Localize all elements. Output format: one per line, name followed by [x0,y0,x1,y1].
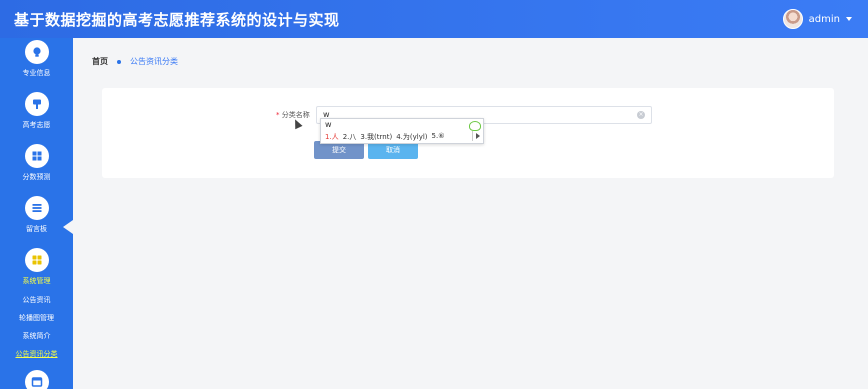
sidebar-item-volunteer[interactable]: 高考志愿 [0,92,73,130]
category-name-label: * 分类名称 [276,110,310,120]
ime-candidate[interactable]: 5.⑥ [432,132,445,142]
top-header: 基于数据挖掘的高考志愿推荐系统的设计与实现 admin [0,0,868,38]
sidebar-item-major-info[interactable]: 专业信息 [0,40,73,78]
breadcrumb-current: 公告资讯分类 [130,57,178,66]
bulb-icon [24,40,49,64]
ime-candidate-popup[interactable]: w 1.人 2.八 3.我(trnt) 4.为(ylyl) 5.⑥ [320,118,484,144]
sidebar-item-score-prediction[interactable]: 分数预测 [0,144,73,182]
ime-divider [472,131,473,141]
grid-icon [24,144,49,168]
sidebar: 专业信息 高考志愿 分数预测 留言板 系统管理 公告资讯 轮播图管理 系统简介 … [0,38,73,389]
ime-candidate[interactable]: 2.八 [343,132,357,142]
sidebar-sub-announcement-category[interactable]: 公告资讯分类 [0,349,73,359]
app-title: 基于数据挖掘的高考志愿推荐系统的设计与实现 [14,11,340,29]
sidebar-item-label: 高考志愿 [22,121,51,129]
sidebar-sub-announcements[interactable]: 公告资讯 [0,295,73,305]
brush-icon [24,92,49,116]
avatar[interactable] [782,9,803,29]
chevron-down-icon[interactable] [846,17,852,21]
sidebar-item-label: 系统管理 [22,277,51,285]
ime-candidate[interactable]: 1.人 [325,132,339,142]
user-menu[interactable]: admin [782,8,852,30]
clear-icon[interactable]: × [637,111,645,119]
sidebar-item-label: 专业信息 [22,69,51,77]
sidebar-item-system-management[interactable]: 系统管理 [0,248,73,286]
window-icon [24,370,49,389]
ime-candidate[interactable]: 3.我(trnt) [360,132,392,142]
chevron-right-icon[interactable] [476,133,480,139]
ime-logo-icon [469,121,481,131]
sidebar-sub-system-intro[interactable]: 系统简介 [0,331,73,341]
ime-candidate[interactable]: 4.为(ylyl) [396,132,427,142]
username[interactable]: admin [809,14,840,25]
ime-candidate-list: 1.人 2.八 3.我(trnt) 4.为(ylyl) 5.⑥ [325,132,445,142]
list-icon [24,196,49,220]
sidebar-item-more[interactable] [0,370,73,389]
breadcrumb-separator [117,59,121,64]
active-indicator [63,220,73,234]
ime-composition: w [325,120,332,129]
apps-icon [24,248,49,272]
required-mark: * [276,111,280,119]
breadcrumb: 首页 公告资讯分类 [92,56,178,67]
breadcrumb-home[interactable]: 首页 [92,56,108,67]
sidebar-item-label: 分数预测 [22,173,51,181]
sidebar-sub-carousel[interactable]: 轮播图管理 [0,313,73,323]
